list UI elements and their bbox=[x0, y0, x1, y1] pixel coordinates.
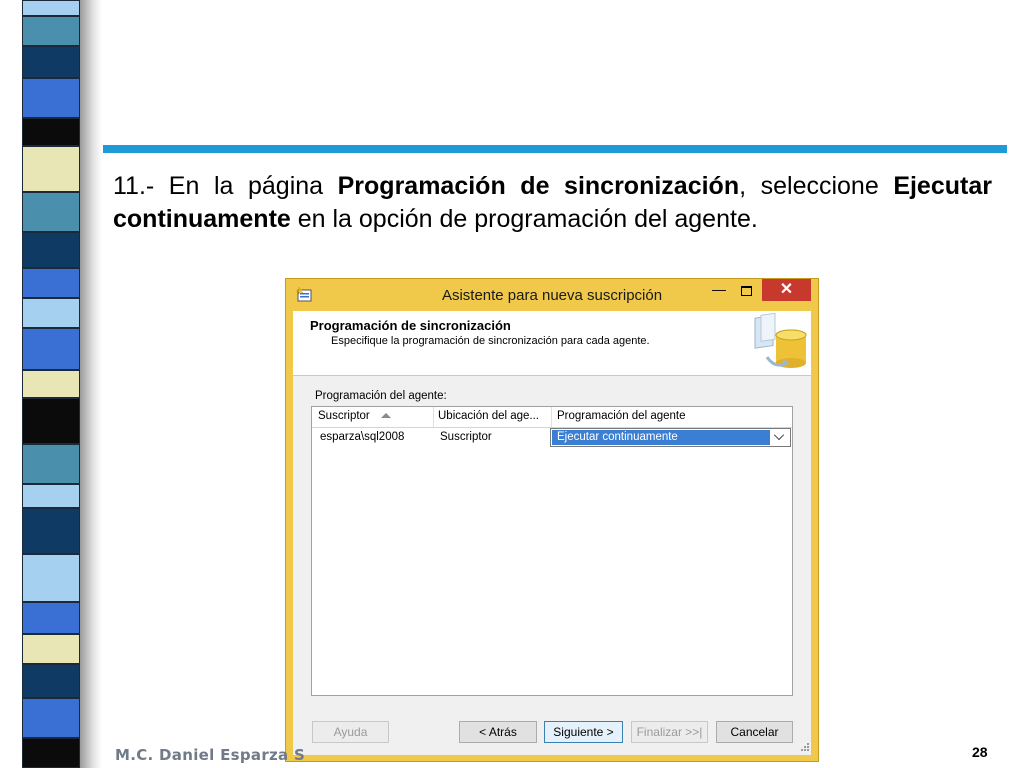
stripe-block bbox=[22, 78, 80, 118]
stripe-block bbox=[22, 484, 80, 508]
finish-button[interactable]: Finalizar >>| bbox=[631, 721, 708, 743]
sort-ascending-icon bbox=[381, 413, 391, 418]
dialog-client-area: Programación de sincronización Especifiq… bbox=[293, 311, 811, 755]
accent-line bbox=[103, 145, 1007, 153]
stripe-block bbox=[22, 508, 80, 554]
stripe-block bbox=[22, 370, 80, 398]
schedule-dropdown-value: Ejecutar continuamente bbox=[552, 430, 770, 445]
back-button[interactable]: < Atrás bbox=[459, 721, 537, 743]
close-button[interactable]: ✕ bbox=[762, 279, 811, 301]
title-bar[interactable]: Asistente para nueva suscripción — ✕ bbox=[286, 279, 818, 311]
maximize-icon bbox=[741, 286, 752, 296]
stripe-block bbox=[22, 738, 80, 768]
stripe-block bbox=[22, 398, 80, 444]
schedule-dropdown[interactable]: Ejecutar continuamente bbox=[550, 428, 791, 447]
page-number: 28 bbox=[972, 744, 988, 760]
stripe-block bbox=[22, 192, 80, 232]
minimize-button[interactable]: — bbox=[706, 280, 732, 302]
wizard-header: Programación de sincronización Especifiq… bbox=[293, 311, 811, 376]
instruction-bold-page: Programación de sincronización bbox=[337, 172, 740, 200]
database-sync-icon bbox=[754, 313, 807, 368]
column-divider[interactable] bbox=[433, 407, 434, 427]
subscription-wizard-dialog: Asistente para nueva suscripción — ✕ Pro… bbox=[285, 278, 819, 762]
agent-schedule-label: Programación del agente: bbox=[315, 390, 447, 402]
maximize-button[interactable] bbox=[733, 280, 759, 302]
stripe-block bbox=[22, 146, 80, 192]
cancel-button[interactable]: Cancelar bbox=[716, 721, 793, 743]
column-header-schedule[interactable]: Programación del agente bbox=[557, 410, 686, 422]
stripe-block bbox=[22, 46, 80, 78]
page-title: Programación de sincronización bbox=[310, 318, 511, 333]
stripe-block bbox=[22, 118, 80, 146]
table-row[interactable]: esparza\sql2008 Suscriptor Ejecutar cont… bbox=[312, 427, 792, 448]
resize-grip-icon[interactable] bbox=[799, 743, 809, 753]
cell-location: Suscriptor bbox=[440, 431, 492, 443]
column-divider[interactable] bbox=[551, 407, 552, 427]
decorative-stripe bbox=[22, 0, 80, 768]
grid-header: Suscriptor Ubicación del age... Programa… bbox=[312, 407, 792, 428]
stripe-block bbox=[22, 298, 80, 328]
stripe-shadow bbox=[80, 0, 102, 768]
column-header-location[interactable]: Ubicación del age... bbox=[438, 410, 539, 422]
help-button[interactable]: Ayuda bbox=[312, 721, 389, 743]
stripe-block bbox=[22, 554, 80, 602]
stripe-block bbox=[22, 698, 80, 738]
footer-author: M.C. Daniel Esparza S bbox=[115, 746, 306, 764]
next-button[interactable]: Siguiente > bbox=[544, 721, 623, 743]
stripe-block bbox=[22, 634, 80, 664]
chevron-down-icon[interactable] bbox=[773, 429, 785, 441]
stripe-block bbox=[22, 0, 80, 16]
page-subtitle: Especifique la programación de sincroniz… bbox=[331, 335, 650, 347]
stripe-block bbox=[22, 602, 80, 634]
agent-schedule-grid: Suscriptor Ubicación del age... Programa… bbox=[311, 406, 793, 696]
stripe-block bbox=[22, 328, 80, 370]
stripe-block bbox=[22, 16, 80, 46]
instruction-text: 11.- En la página Programación de sincro… bbox=[113, 172, 992, 233]
stripe-block bbox=[22, 444, 80, 484]
stripe-block bbox=[22, 664, 80, 698]
column-header-subscriber[interactable]: Suscriptor bbox=[318, 410, 370, 422]
cell-subscriber: esparza\sql2008 bbox=[320, 431, 405, 443]
stripe-block bbox=[22, 232, 80, 268]
stripe-block bbox=[22, 268, 80, 298]
